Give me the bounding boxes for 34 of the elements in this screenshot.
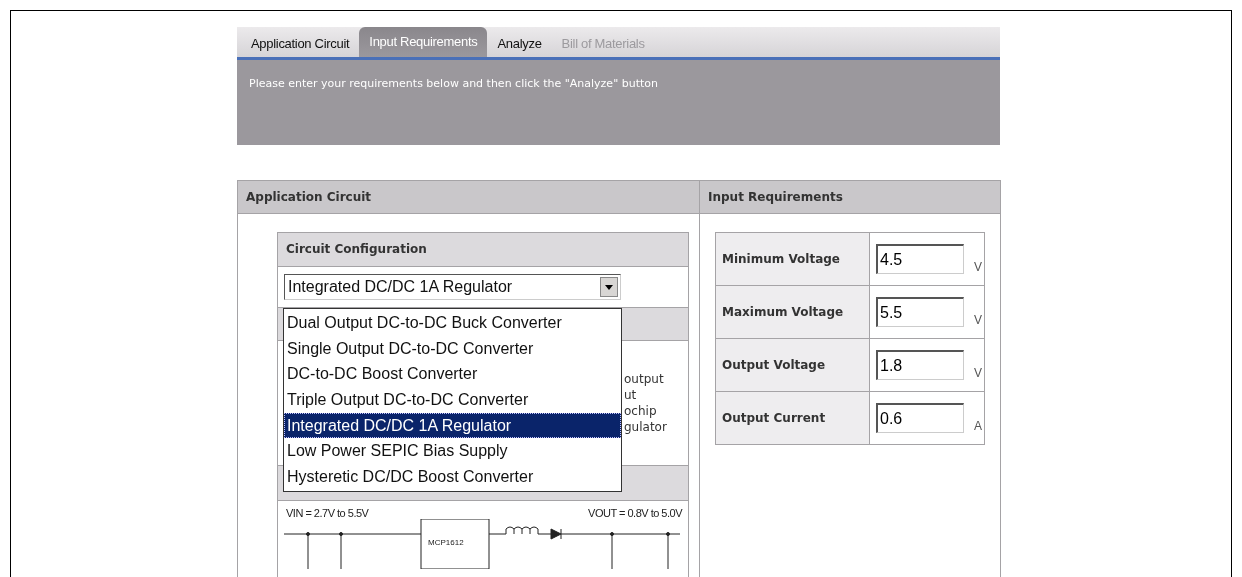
input-field[interactable]: 4.5 <box>876 244 964 274</box>
dropdown-option[interactable]: Hysteretic DC/DC Boost Converter <box>284 464 621 490</box>
instruction-text: Please enter your requirements below and then click the "Analyze" button <box>249 77 658 90</box>
input-field[interactable]: 5.5 <box>876 297 964 327</box>
tab[interactable]: Analyze <box>487 30 552 57</box>
input-field[interactable]: 0.6 <box>876 403 964 433</box>
dropdown-option[interactable]: Triple Output DC-to-DC Converter <box>284 387 621 413</box>
field-label: Maximum Voltage <box>715 285 870 339</box>
description-text: gulator <box>624 419 667 435</box>
description-text: ut <box>624 387 637 403</box>
chip <box>420 519 490 569</box>
description-text: output <box>624 371 664 387</box>
dropdown-option[interactable]: Single Output DC-to-DC Converter <box>284 335 621 362</box>
dropdown-option[interactable]: Integrated DC/DC 1A Regulator <box>284 412 621 439</box>
dropdown-option[interactable]: Dual Output DC-to-DC Buck Converter <box>284 310 621 336</box>
description-text: ochip <box>624 403 657 419</box>
circuit-select[interactable]: Integrated DC/DC 1A Regulator <box>284 274 621 300</box>
field-label: Output Current <box>715 391 870 445</box>
panel-title: Input Requirements <box>700 181 1000 214</box>
unit-label: A <box>974 419 982 433</box>
unit-label: V <box>974 313 982 327</box>
panel-title: Application Circuit <box>238 181 699 214</box>
unit-label: V <box>974 366 982 380</box>
input-field[interactable]: 1.8 <box>876 350 964 380</box>
field-label: Minimum Voltage <box>715 232 870 286</box>
tab[interactable]: Application Circuit <box>241 30 360 57</box>
section-title: Circuit Configuration <box>278 233 688 267</box>
voltage-label: VOUT = 0.8V to 5.0V <box>588 507 682 519</box>
field-label: Output Voltage <box>715 338 870 392</box>
chip-label: MCP1612 <box>428 538 464 547</box>
voltage-label: VIN = 2.7V to 5.5V <box>286 507 369 519</box>
unit-label: V <box>974 260 982 274</box>
dropdown-option[interactable]: DC-to-DC Boost Converter <box>284 361 621 388</box>
dropdown-option[interactable]: Low Power SEPIC Bias Supply <box>284 438 621 465</box>
